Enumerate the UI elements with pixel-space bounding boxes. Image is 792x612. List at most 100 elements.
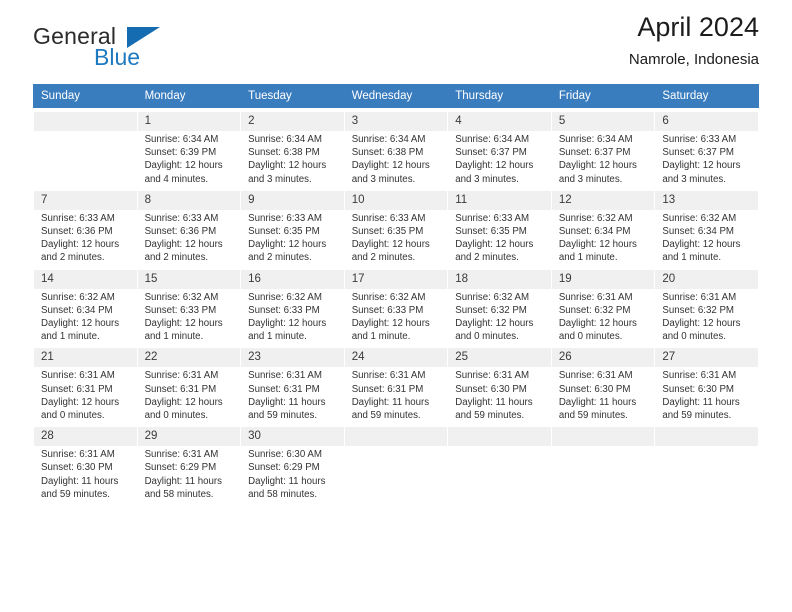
day-info-line: Daylight: 11 hours (248, 396, 326, 408)
calendar-day-cell[interactable]: 20 Sunrise: 6:31 AM Sunset: 6:32 PM Dayligh… (654, 264, 759, 345)
day-number: 30 (241, 427, 344, 447)
day-number (448, 427, 551, 447)
day-number: 14 (34, 269, 137, 289)
day-info-line: and 1 minute. (351, 331, 411, 343)
day-cell-inner (448, 423, 551, 501)
day-info-line: Sunset: 6:31 PM (248, 383, 320, 395)
calendar-day-cell[interactable]: 27 Sunrise: 6:31 AM Sunset: 6:30 PM Dayligh… (654, 343, 759, 424)
day-info-line: Daylight: 12 hours (455, 239, 534, 251)
calendar-day-cell[interactable]: 2 Sunrise: 6:34 AM Sunset: 6:38 PM Daylight… (240, 107, 345, 187)
day-sun-info: Sunrise: 6:31 AM Sunset: 6:31 PM Daylight:… (248, 369, 337, 422)
day-info-line: Sunrise: 6:34 AM (144, 134, 219, 145)
weekday-header-monday: Monday (136, 84, 242, 108)
day-number: 22 (137, 348, 241, 368)
day-info-line: Sunrise: 6:31 AM (41, 370, 115, 382)
calendar-day-cell[interactable]: 10 Sunrise: 6:33 AM Sunset: 6:35 PM Dayligh… (343, 185, 449, 266)
day-cell-inner: 19 Sunrise: 6:31 AM Sunset: 6:32 PM Dayligh… (551, 266, 655, 344)
day-number: 26 (551, 348, 655, 368)
day-info-line: Sunset: 6:39 PM (144, 147, 217, 159)
calendar-day-cell[interactable]: 3 Sunrise: 6:34 AM Sunset: 6:38 PM Daylight… (343, 107, 449, 187)
calendar-day-cell[interactable]: 18 Sunrise: 6:32 AM Sunset: 6:32 PM Dayligh… (447, 264, 552, 345)
day-info-line: Sunrise: 6:34 AM (351, 134, 426, 145)
day-info-line: Sunset: 6:37 PM (455, 147, 527, 159)
day-info-line: Sunrise: 6:32 AM (455, 291, 530, 303)
calendar-day-cell[interactable]: 25 Sunrise: 6:31 AM Sunset: 6:30 PM Dayligh… (447, 343, 552, 424)
day-sun-info: Sunrise: 6:33 AM Sunset: 6:36 PM Daylight:… (41, 212, 130, 265)
calendar-day-cell[interactable]: 19 Sunrise: 6:31 AM Sunset: 6:32 PM Dayligh… (550, 264, 656, 345)
calendar-week-row: 21 Sunrise: 6:31 AM Sunset: 6:31 PM Dayligh… (33, 343, 759, 424)
day-info-line: Sunrise: 6:34 AM (248, 134, 322, 145)
day-cell-inner: 3 Sunrise: 6:34 AM Sunset: 6:38 PM Daylight… (344, 108, 448, 186)
day-number: 25 (448, 348, 551, 368)
day-info-line: Sunset: 6:29 PM (248, 462, 320, 474)
day-sun-info: Sunrise: 6:32 AM Sunset: 6:32 PM Daylight:… (455, 291, 544, 344)
calendar-day-cell[interactable]: 23 Sunrise: 6:31 AM Sunset: 6:31 PM Dayligh… (240, 343, 345, 424)
calendar-day-cell[interactable]: 12 Sunrise: 6:32 AM Sunset: 6:34 PM Dayligh… (550, 185, 656, 266)
day-cell-inner (344, 423, 448, 501)
day-info-line: Sunset: 6:32 PM (662, 304, 734, 316)
day-info-line: Sunrise: 6:32 AM (351, 291, 426, 303)
calendar-day-cell[interactable]: 6 Sunrise: 6:33 AM Sunset: 6:37 PM Daylight… (654, 107, 759, 187)
calendar-day-cell[interactable]: 17 Sunrise: 6:32 AM Sunset: 6:33 PM Dayligh… (343, 264, 449, 345)
day-info-line: and 1 minute. (144, 331, 204, 343)
calendar-empty-cell (33, 107, 138, 187)
calendar-day-cell[interactable]: 8 Sunrise: 6:33 AM Sunset: 6:36 PM Daylight… (136, 185, 242, 266)
day-number: 28 (34, 427, 137, 447)
day-sun-info: Sunrise: 6:34 AM Sunset: 6:38 PM Daylight:… (248, 133, 337, 186)
day-sun-info: Sunrise: 6:34 AM Sunset: 6:37 PM Daylight:… (559, 133, 648, 186)
weekday-header-row: Sunday Monday Tuesday Wednesday Thursday Frid… (33, 84, 759, 108)
day-info-line: Sunset: 6:34 PM (662, 226, 734, 238)
day-cell-inner: 5 Sunrise: 6:34 AM Sunset: 6:37 PM Daylight… (551, 108, 655, 186)
calendar-day-cell[interactable]: 29 Sunrise: 6:31 AM Sunset: 6:29 PM Dayligh… (136, 422, 242, 503)
calendar-day-cell[interactable]: 15 Sunrise: 6:32 AM Sunset: 6:33 PM Dayligh… (136, 264, 242, 345)
day-info-line: Daylight: 12 hours (41, 396, 120, 408)
brand-logo[interactable]: General Blue (33, 25, 233, 73)
day-sun-info: Sunrise: 6:32 AM Sunset: 6:33 PM Daylight:… (352, 291, 441, 344)
day-sun-info: Sunrise: 6:31 AM Sunset: 6:32 PM Daylight:… (559, 291, 648, 344)
day-sun-info: Sunrise: 6:30 AM Sunset: 6:29 PM Daylight:… (248, 448, 337, 501)
day-cell-inner: 8 Sunrise: 6:33 AM Sunset: 6:36 PM Daylight… (137, 187, 241, 265)
day-info-line: Sunset: 6:33 PM (248, 304, 320, 316)
day-sun-info: Sunrise: 6:34 AM Sunset: 6:37 PM Daylight:… (455, 133, 544, 186)
day-cell-inner: 20 Sunrise: 6:31 AM Sunset: 6:32 PM Dayligh… (655, 266, 758, 344)
calendar-day-cell[interactable]: 16 Sunrise: 6:32 AM Sunset: 6:33 PM Dayligh… (240, 264, 345, 345)
day-info-line: and 59 minutes. (41, 488, 110, 500)
calendar-day-cell[interactable]: 30 Sunrise: 6:30 AM Sunset: 6:29 PM Dayligh… (240, 422, 345, 503)
calendar-day-cell[interactable]: 9 Sunrise: 6:33 AM Sunset: 6:35 PM Daylight… (240, 185, 345, 266)
calendar-day-cell[interactable]: 28 Sunrise: 6:31 AM Sunset: 6:30 PM Dayligh… (33, 422, 138, 503)
calendar-day-cell[interactable]: 1 Sunrise: 6:34 AM Sunset: 6:39 PM Daylight… (136, 107, 242, 187)
calendar-day-cell[interactable]: 13 Sunrise: 6:32 AM Sunset: 6:34 PM Dayligh… (654, 185, 759, 266)
calendar-day-cell[interactable]: 5 Sunrise: 6:34 AM Sunset: 6:37 PM Daylight… (550, 107, 656, 187)
day-info-line: Sunset: 6:30 PM (558, 383, 631, 395)
calendar-day-cell[interactable]: 11 Sunrise: 6:33 AM Sunset: 6:35 PM Dayligh… (447, 185, 552, 266)
day-info-line: Daylight: 12 hours (144, 239, 223, 251)
day-info-line: Sunrise: 6:34 AM (558, 134, 633, 145)
day-info-line: Sunrise: 6:32 AM (558, 212, 633, 224)
calendar-day-cell[interactable]: 22 Sunrise: 6:31 AM Sunset: 6:31 PM Dayligh… (136, 343, 242, 424)
day-info-line: and 59 minutes. (662, 410, 732, 422)
day-info-line: Sunset: 6:31 PM (351, 383, 424, 395)
sunrise-sunset-calendar: Sunday Monday Tuesday Wednesday Thursday Frid… (33, 84, 759, 503)
calendar-day-cell[interactable]: 14 Sunrise: 6:32 AM Sunset: 6:34 PM Dayligh… (33, 264, 138, 345)
day-info-line: Daylight: 11 hours (248, 475, 326, 487)
calendar-day-cell[interactable]: 26 Sunrise: 6:31 AM Sunset: 6:30 PM Dayligh… (550, 343, 656, 424)
calendar-day-cell[interactable]: 21 Sunrise: 6:31 AM Sunset: 6:31 PM Dayligh… (33, 343, 138, 424)
calendar-day-cell[interactable]: 4 Sunrise: 6:34 AM Sunset: 6:37 PM Daylight… (447, 107, 552, 187)
day-info-line: Sunset: 6:37 PM (662, 147, 734, 159)
day-cell-inner: 9 Sunrise: 6:33 AM Sunset: 6:35 PM Daylight… (241, 187, 344, 265)
day-info-line: Sunset: 6:35 PM (455, 226, 527, 238)
weekday-header-friday: Friday (550, 84, 656, 108)
day-number: 2 (241, 112, 344, 131)
calendar-day-cell[interactable]: 7 Sunrise: 6:33 AM Sunset: 6:36 PM Daylight… (33, 185, 138, 266)
day-info-line: Daylight: 11 hours (144, 475, 222, 487)
day-cell-inner: 13 Sunrise: 6:32 AM Sunset: 6:34 PM Dayligh… (655, 187, 758, 265)
day-info-line: Sunset: 6:34 PM (41, 304, 113, 316)
calendar-day-cell[interactable]: 24 Sunrise: 6:31 AM Sunset: 6:31 PM Dayligh… (343, 343, 449, 424)
day-info-line: Sunrise: 6:31 AM (558, 291, 633, 303)
day-info-line: Sunset: 6:35 PM (248, 226, 320, 238)
day-info-line: Daylight: 12 hours (558, 160, 637, 172)
day-number: 6 (655, 112, 758, 131)
day-info-line: and 3 minutes. (558, 173, 623, 185)
day-cell-inner: 14 Sunrise: 6:32 AM Sunset: 6:34 PM Dayligh… (34, 266, 137, 344)
day-info-line: Sunrise: 6:31 AM (455, 370, 530, 382)
